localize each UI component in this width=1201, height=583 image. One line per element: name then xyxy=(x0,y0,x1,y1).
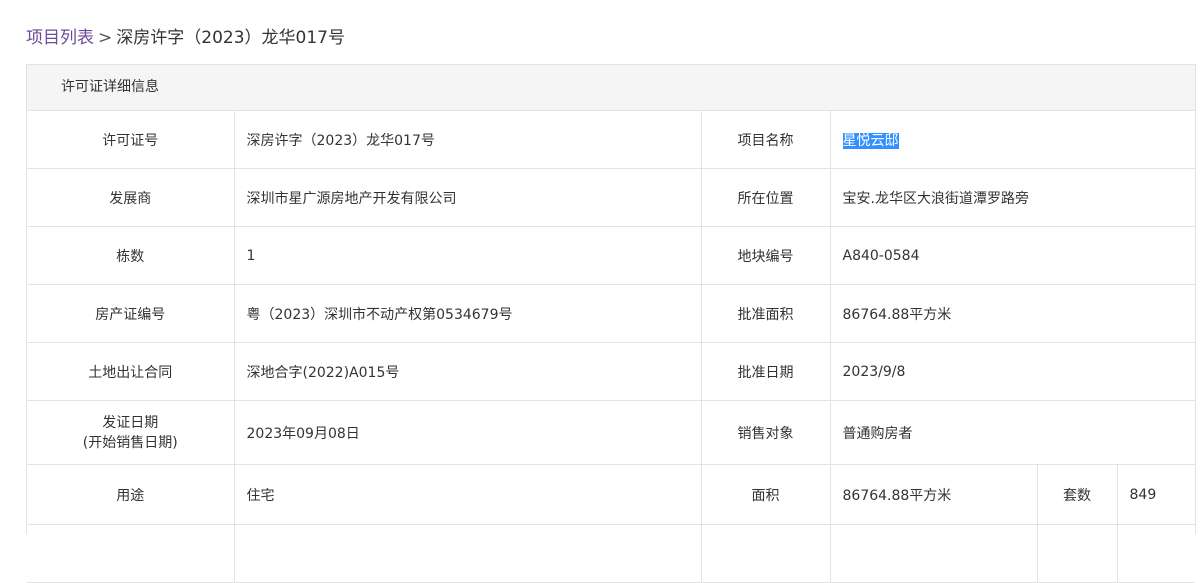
issue-date-value: 2023年09月08日 xyxy=(234,400,702,465)
buildings-label: 栋数 xyxy=(27,226,235,285)
plot-no-value: A840-0584 xyxy=(830,226,1196,285)
approved-area-label: 批准面积 xyxy=(701,284,831,343)
project-name-value[interactable]: 星悦云邸 xyxy=(842,132,899,149)
table-row: 用途 住宅 面积 86764.88平方米 套数 849 xyxy=(27,464,1196,525)
plot-no-label: 地块编号 xyxy=(701,226,831,285)
empty-cell xyxy=(234,524,702,583)
project-name-cell: 星悦云邸 xyxy=(830,111,1196,169)
empty-cell xyxy=(1037,524,1118,583)
project-name-label: 项目名称 xyxy=(701,111,831,169)
issue-date-label-line1: 发证日期 xyxy=(102,414,159,431)
table-row-partial xyxy=(27,524,1196,583)
table-row: 发证日期 (开始销售日期) 2023年09月08日 销售对象 普通购房者 xyxy=(27,400,1196,465)
usage-label: 用途 xyxy=(27,464,235,525)
permit-detail-panel: 许可证详细信息 许可证号 深房许字（2023）龙华017号 项目名称 星悦云邸 … xyxy=(26,64,1196,583)
usage-value: 住宅 xyxy=(234,464,702,525)
location-label: 所在位置 xyxy=(701,168,831,227)
sale-target-label: 销售对象 xyxy=(701,400,831,465)
property-cert-value: 粤（2023）深圳市不动产权第0534679号 xyxy=(234,284,702,343)
permit-detail-table: 许可证号 深房许字（2023）龙华017号 项目名称 星悦云邸 发展商 深圳市星… xyxy=(27,111,1196,583)
sale-target-value: 普通购房者 xyxy=(830,400,1196,465)
location-value: 宝安.龙华区大浪街道潭罗路旁 xyxy=(830,168,1196,227)
empty-cell xyxy=(27,524,235,583)
empty-cell xyxy=(830,524,1038,583)
approved-area-value: 86764.88平方米 xyxy=(830,284,1196,343)
issue-date-label-line2: (开始销售日期) xyxy=(82,434,178,451)
breadcrumb: 项目列表 > 深房许字（2023）龙华017号 xyxy=(26,26,345,50)
area-value: 86764.88平方米 xyxy=(830,464,1038,525)
table-row: 发展商 深圳市星广源房地产开发有限公司 所在位置 宝安.龙华区大浪街道潭罗路旁 xyxy=(27,168,1196,227)
units-label: 套数 xyxy=(1037,464,1118,525)
empty-cell xyxy=(1117,524,1196,583)
table-row: 栋数 1 地块编号 A840-0584 xyxy=(27,226,1196,285)
property-cert-label: 房产证编号 xyxy=(27,284,235,343)
empty-cell xyxy=(701,524,831,583)
units-value: 849 xyxy=(1117,464,1196,525)
breadcrumb-current: 深房许字（2023）龙华017号 xyxy=(116,28,345,48)
table-row: 房产证编号 粤（2023）深圳市不动产权第0534679号 批准面积 86764… xyxy=(27,284,1196,343)
breadcrumb-separator: > xyxy=(98,28,113,48)
approved-date-label: 批准日期 xyxy=(701,342,831,401)
permit-no-label: 许可证号 xyxy=(27,111,235,169)
land-contract-label: 土地出让合同 xyxy=(27,342,235,401)
land-contract-value: 深地合字(2022)A015号 xyxy=(234,342,702,401)
buildings-value: 1 xyxy=(234,226,702,285)
area-label: 面积 xyxy=(701,464,831,525)
table-row: 许可证号 深房许字（2023）龙华017号 项目名称 星悦云邸 xyxy=(27,111,1196,169)
developer-label: 发展商 xyxy=(27,168,235,227)
table-row: 土地出让合同 深地合字(2022)A015号 批准日期 2023/9/8 xyxy=(27,342,1196,401)
approved-date-value: 2023/9/8 xyxy=(830,342,1196,401)
permit-no-value: 深房许字（2023）龙华017号 xyxy=(234,111,702,169)
issue-date-label: 发证日期 (开始销售日期) xyxy=(27,400,235,465)
developer-value: 深圳市星广源房地产开发有限公司 xyxy=(234,168,702,227)
panel-title: 许可证详细信息 xyxy=(27,65,1195,111)
breadcrumb-project-list-link[interactable]: 项目列表 xyxy=(26,28,94,48)
